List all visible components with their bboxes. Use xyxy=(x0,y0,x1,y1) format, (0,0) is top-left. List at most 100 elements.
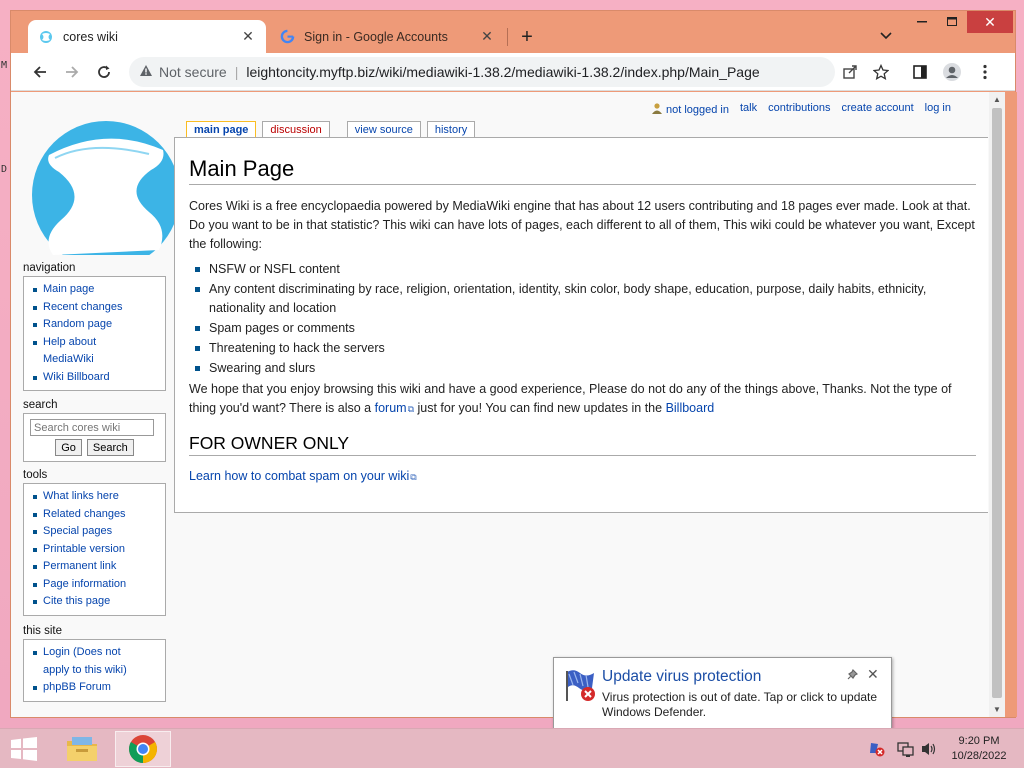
nav-random-page[interactable]: Random page xyxy=(32,316,161,334)
tab-google-sign-in[interactable]: Sign in - Google Accounts ✕ xyxy=(269,20,505,53)
chevron-down-icon[interactable] xyxy=(875,25,897,47)
navigation-heading: navigation xyxy=(23,262,76,274)
chrome-icon[interactable] xyxy=(115,731,171,767)
contributions-link[interactable]: contributions xyxy=(768,102,830,116)
owner-paragraph: Learn how to combat spam on your wiki⧉ xyxy=(189,467,976,487)
url-text[interactable]: leightoncity.myftp.biz/wiki/mediawiki-1.… xyxy=(246,64,759,80)
tool-what-links-here[interactable]: What links here xyxy=(32,488,161,506)
minimize-icon[interactable] xyxy=(907,11,937,33)
pin-icon[interactable] xyxy=(847,668,859,683)
notification-title[interactable]: Update virus protection xyxy=(602,668,761,686)
combat-spam-link[interactable]: Learn how to combat spam on your wiki xyxy=(189,469,409,483)
desktop-edge-mark: D xyxy=(1,164,8,175)
site-login-link[interactable]: Login (Does not apply to this wiki) xyxy=(32,644,161,679)
create-account-link[interactable]: create account xyxy=(842,102,914,116)
profile-avatar-icon[interactable] xyxy=(939,59,965,85)
nav-help-line2[interactable]: MediaWiki xyxy=(43,353,94,365)
tab-cores-wiki[interactable]: cores wiki ✕ xyxy=(28,20,266,53)
not-logged-in-item: not logged in xyxy=(651,102,729,116)
forward-arrow-icon[interactable] xyxy=(59,59,85,85)
reload-icon[interactable] xyxy=(91,59,117,85)
scroll-down-icon[interactable]: ▼ xyxy=(993,705,1001,714)
tool-related-changes[interactable]: Related changes xyxy=(32,506,161,524)
nav-help-line1[interactable]: Help about xyxy=(43,336,96,348)
wiki-logo[interactable] xyxy=(31,110,181,255)
system-clock[interactable]: 9:20 PM 10/28/2022 xyxy=(944,734,1014,764)
desktop-edge-mark: M xyxy=(1,60,8,71)
notification-body[interactable]: Virus protection is out of date. Tap or … xyxy=(602,690,887,720)
intro-paragraph: Cores Wiki is a free encyclopaedia power… xyxy=(189,199,975,251)
taskbar: 9:20 PM 10/28/2022 xyxy=(0,728,1024,768)
close-tab-icon[interactable]: ✕ xyxy=(479,28,495,45)
defender-flag-icon xyxy=(564,668,598,702)
vertical-scrollbar[interactable]: ▲ ▼ xyxy=(989,92,1005,717)
network-icon[interactable] xyxy=(897,741,915,757)
tools-heading: tools xyxy=(23,469,48,481)
list-item: NSFW or NSFL content xyxy=(193,260,976,279)
tab-view-source[interactable]: view source xyxy=(346,121,421,137)
tab-main-page[interactable]: main page xyxy=(186,121,257,138)
tab-title: cores wiki xyxy=(63,29,118,44)
kebab-menu-icon[interactable] xyxy=(972,59,998,85)
tool-page-information[interactable]: Page information xyxy=(32,576,161,594)
warning-triangle-icon[interactable] xyxy=(139,64,153,80)
tab-discussion[interactable]: discussion xyxy=(262,121,330,137)
back-arrow-icon[interactable] xyxy=(27,59,53,85)
security-status[interactable]: Not secure xyxy=(159,64,227,80)
virus-protection-notification[interactable]: Update virus protection Virus protection… xyxy=(553,657,892,729)
tool-cite-this-page[interactable]: Cite this page xyxy=(32,593,161,611)
personal-tools: not logged in talk contributions create … xyxy=(651,102,951,116)
file-explorer-icon[interactable] xyxy=(54,731,110,767)
go-button[interactable]: Go xyxy=(55,439,82,456)
log-in-link[interactable]: log in xyxy=(925,102,951,116)
search-heading: search xyxy=(23,399,58,411)
close-window-icon[interactable]: ✕ xyxy=(967,11,1013,33)
browser-toolbar: Not secure | leightoncity.myftp.biz/wiki… xyxy=(11,53,1015,91)
maximize-icon[interactable] xyxy=(937,11,967,33)
list-item: Any content discriminating by race, reli… xyxy=(193,280,976,318)
close-tab-icon[interactable]: ✕ xyxy=(240,28,256,45)
scroll-thumb[interactable] xyxy=(992,108,1002,698)
talk-link[interactable]: talk xyxy=(740,102,757,116)
this-site-portlet: this site Login (Does not apply to this w… xyxy=(23,624,166,702)
main-content: Main Page Cores Wiki is a free encyclopa… xyxy=(174,137,988,513)
rules-list: NSFW or NSFL content Any content discrim… xyxy=(193,260,976,378)
billboard-link[interactable]: Billboard xyxy=(666,401,715,415)
content-actions: main page discussion view source history xyxy=(186,121,481,138)
nav-recent-changes[interactable]: Recent changes xyxy=(32,299,161,317)
user-icon xyxy=(651,102,663,114)
search-input[interactable] xyxy=(30,419,154,436)
volume-icon[interactable] xyxy=(920,741,938,757)
this-site-heading: this site xyxy=(23,625,62,637)
site-login-line1[interactable]: Login (Does not xyxy=(43,646,121,658)
forum-link[interactable]: forum xyxy=(375,401,407,415)
share-icon[interactable] xyxy=(837,59,863,85)
windows-start-icon[interactable] xyxy=(4,733,44,765)
nav-help-about[interactable]: Help about MediaWiki xyxy=(32,334,161,369)
not-logged-in-label: not logged in xyxy=(666,104,729,116)
scroll-up-icon[interactable]: ▲ xyxy=(993,95,1001,104)
nav-main-page[interactable]: Main page xyxy=(32,281,161,299)
tab-history[interactable]: history xyxy=(426,121,476,137)
action-center-alert-icon[interactable] xyxy=(868,741,886,757)
section-heading: FOR OWNER ONLY xyxy=(189,433,976,456)
site-phpbb-forum[interactable]: phpBB Forum xyxy=(32,679,161,697)
list-item: Swearing and slurs xyxy=(193,359,976,378)
list-item: Spam pages or comments xyxy=(193,319,976,338)
close-notification-icon[interactable]: ✕ xyxy=(867,666,879,683)
outro-text: just for you! You can find new updates i… xyxy=(414,401,666,415)
side-panel-icon[interactable] xyxy=(907,59,933,85)
omnibox-separator: | xyxy=(234,64,239,80)
site-login-line2[interactable]: apply to this wiki) xyxy=(43,664,127,676)
address-bar[interactable]: Not secure | leightoncity.myftp.biz/wiki… xyxy=(129,57,835,87)
search-button[interactable]: Search xyxy=(86,439,134,456)
tool-printable-version[interactable]: Printable version xyxy=(32,541,161,559)
clock-date: 10/28/2022 xyxy=(951,750,1007,762)
navigation-portlet: navigation Main page Recent changes Rand… xyxy=(23,261,166,391)
new-tab-plus-icon[interactable]: + xyxy=(515,25,539,49)
nav-wiki-billboard[interactable]: Wiki Billboard xyxy=(32,369,161,387)
tool-permanent-link[interactable]: Permanent link xyxy=(32,558,161,576)
outro-paragraph: We hope that you enjoy browsing this wik… xyxy=(189,380,976,419)
bookmark-star-icon[interactable] xyxy=(868,59,894,85)
tool-special-pages[interactable]: Special pages xyxy=(32,523,161,541)
